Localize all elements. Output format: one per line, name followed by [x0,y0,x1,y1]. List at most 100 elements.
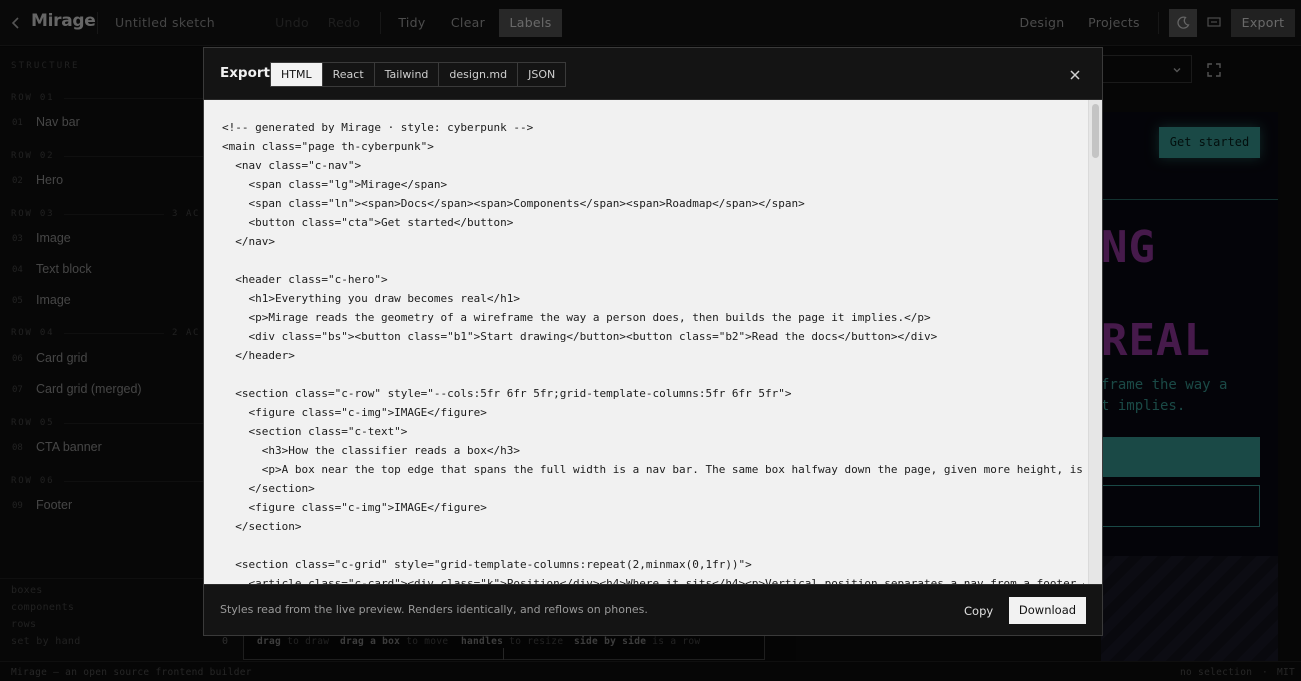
sketch-title[interactable]: Untitled sketch [115,15,215,30]
code-line: </nav> [222,235,275,248]
status-bar: Mirage — an open source frontend builder… [0,661,1301,681]
scrollbar[interactable] [1088,100,1102,584]
hint-draw: drag to draw [257,636,330,647]
section-label: STRUCTURE [11,61,80,71]
preview-image-block [1101,556,1278,661]
item-name: Hero [36,173,64,187]
labels-button[interactable]: Labels [499,9,562,37]
modal-header: Export HTML React Tailwind design.md JSO… [204,48,1102,100]
legend-components: components [11,602,75,613]
status-tagline: Mirage — an open source frontend builder [11,667,252,678]
preview-secondary-button [1101,485,1260,527]
row-meta: 2 AC [172,328,201,338]
monitor-icon[interactable] [1200,9,1228,37]
row-divider [64,214,164,215]
item-name: Text block [36,262,92,276]
item-name: Card grid [36,351,88,365]
code-line: <span class="ln"><span>Docs</span><span>… [222,197,805,210]
tab-react[interactable]: React [323,63,375,86]
copy-button[interactable]: Copy [956,598,1001,624]
divider [380,12,381,34]
preview-sub-2: t implies. [1101,398,1186,414]
code-line: <figure class="c-img">IMAGE</figure> [222,501,487,514]
legend-set-by-hand: set by hand [11,636,81,647]
app-logo[interactable]: Mirage [31,11,96,31]
code-block[interactable]: <!-- generated by Mirage · style: cyberp… [222,118,1084,584]
tab-json[interactable]: JSON [518,63,565,86]
tab-design-md[interactable]: design.md [439,63,519,86]
code-viewer[interactable]: <!-- generated by Mirage · style: cyberp… [204,100,1102,584]
code-line: <!-- generated by Mirage · style: cyberp… [222,121,534,134]
code-line: <section class="c-row" style="--cols:5fr… [222,387,792,400]
hint-move: drag a box to move [340,636,449,647]
item-number: 04 [12,265,23,275]
item-number: 08 [12,443,23,453]
tidy-button[interactable]: Tidy [390,9,434,37]
item-name: Footer [36,498,73,512]
code-line: </header> [222,349,295,362]
export-note: Styles read from the live preview. Rende… [220,603,648,616]
design-button[interactable]: Design [1014,9,1070,37]
code-line: <section class="c-text"> [222,425,408,438]
row-label: ROW 01 [11,93,55,103]
code-line: <h1>Everything you draw becomes real</h1… [222,292,521,305]
preview-headline-2: REAL [1101,315,1211,366]
tab-html[interactable]: HTML [271,63,323,86]
code-line: <figure class="c-img">IMAGE</figure> [222,406,487,419]
scrollbar-thumb[interactable] [1092,104,1099,158]
row-label: ROW 05 [11,418,55,428]
code-line: <span class="lg">Mirage</span> [222,178,448,191]
preview-cta: Get started [1159,127,1260,158]
format-tabs: HTML React Tailwind design.md JSON [270,62,567,87]
legend-rows: rows [11,619,37,630]
item-name: Card grid (merged) [36,382,142,396]
projects-button[interactable]: Projects [1080,9,1148,37]
top-bar: Mirage Untitled sketch Undo Redo Tidy Cl… [0,0,1301,46]
item-name: CTA banner [36,440,102,454]
moon-icon[interactable] [1169,9,1197,37]
canvas-divider [503,648,504,660]
preview-size-select[interactable] [1101,55,1192,83]
fullscreen-icon[interactable] [1207,62,1221,81]
row-label: ROW 03 [11,209,55,219]
undo-button[interactable]: Undo [268,9,316,37]
code-line: <p>A box near the top edge that spans th… [222,463,1083,476]
close-icon[interactable] [1065,65,1085,85]
modal-title: Export [220,65,270,81]
redo-button[interactable]: Redo [320,9,368,37]
item-name: Image [36,231,71,245]
preview-headline-1: NG [1101,222,1156,273]
preview-nav-line [1101,199,1278,200]
preview-primary-button [1101,437,1260,477]
code-line: <nav class="c-nav"> [222,159,362,172]
canvas-counter: 0 [222,636,229,647]
row-meta: 3 AC [172,209,201,219]
item-number: 01 [12,118,23,128]
code-line: <div class="bs"><button class="b1">Start… [222,330,938,343]
download-button[interactable]: Download [1009,597,1086,624]
divider [97,12,98,34]
row-label: ROW 02 [11,151,55,161]
export-button[interactable]: Export [1231,9,1295,37]
row-divider [64,333,164,334]
item-number: 06 [12,354,23,364]
tab-tailwind[interactable]: Tailwind [375,63,440,86]
license-label: MIT [1277,667,1296,678]
row-label: ROW 06 [11,476,55,486]
chevron-down-icon [1171,61,1183,80]
item-number: 05 [12,296,23,306]
item-number: 09 [12,501,23,511]
code-line: <article class="c-card"><div class="k">P… [222,577,1084,584]
item-number: 07 [12,385,23,395]
item-name: Nav bar [36,115,80,129]
chevron-left-icon[interactable] [10,12,26,34]
preview-sub-1: frame the way a [1101,377,1228,393]
hint-resize: handles to resize [461,636,564,647]
modal-footer: Styles read from the live preview. Rende… [204,584,1102,635]
hint-row: side by side is a row [574,636,701,647]
divider [1158,12,1159,34]
clear-button[interactable]: Clear [442,9,494,37]
code-line: <h3>How the classifier reads a box</h3> [222,444,521,457]
